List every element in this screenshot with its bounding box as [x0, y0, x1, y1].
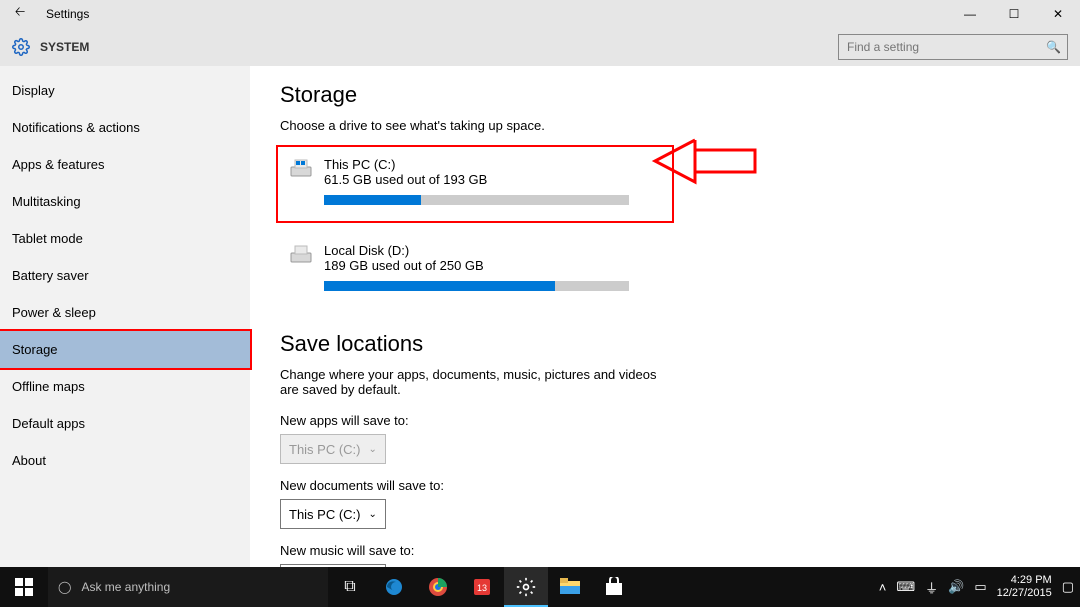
svg-text:13: 13 [477, 583, 487, 593]
main-content: Storage Choose a drive to see what's tak… [250, 66, 1080, 567]
tray-input-icon[interactable]: ⌨ [896, 579, 915, 595]
tray-battery-icon[interactable]: ▭ [974, 579, 986, 595]
taskbar-chrome[interactable] [416, 567, 460, 607]
cortana-icon: ◯ [58, 580, 71, 594]
sidebar: Display Notifications & actions Apps & fea… [0, 66, 250, 567]
drive-usage: 189 GB used out of 250 GB [324, 258, 660, 273]
sidebar-item-label: About [12, 453, 46, 468]
sidebar-item-label: Offline maps [12, 379, 85, 394]
chevron-down-icon: ⌄ [369, 444, 377, 455]
settings-window: 🡠 Settings — ☐ ✕ SYSTEM 🔍 Display Notific… [0, 0, 1080, 567]
sidebar-item-tablet-mode[interactable]: Tablet mode [0, 220, 250, 257]
save-location-dropdown: This PC (C:) ⌄ [280, 434, 386, 464]
save-locations-sub: Change where your apps, documents, music… [280, 367, 660, 397]
sidebar-item-storage[interactable]: Storage [0, 331, 250, 368]
drive-list: This PC (C:)61.5 GB used out of 193 GB Lo… [280, 149, 1050, 305]
save-row-label: New documents will save to: [280, 478, 1050, 493]
search-input[interactable] [845, 39, 1046, 55]
settings-body: Display Notifications & actions Apps & fea… [0, 66, 1080, 567]
chrome-icon [428, 577, 448, 597]
taskbar-app-red[interactable]: 13 [460, 567, 504, 607]
sidebar-item-label: Storage [12, 342, 58, 357]
task-view-icon: ⧉ [344, 578, 355, 596]
drive-progress-fill [324, 281, 555, 291]
task-view-button[interactable]: ⧉ [328, 567, 372, 607]
sidebar-item-label: Default apps [12, 416, 85, 431]
drive-usage: 61.5 GB used out of 193 GB [324, 172, 660, 187]
back-button[interactable]: 🡠 [0, 3, 40, 25]
drive-name: This PC (C:) [324, 157, 660, 172]
save-location-dropdown[interactable]: This PC (C:) ⌄ [280, 499, 386, 529]
window-title: Settings [46, 7, 89, 21]
save-locations-title: Save locations [280, 331, 1050, 357]
settings-icon [516, 577, 536, 597]
sidebar-item-label: Battery saver [12, 268, 89, 283]
tray-chevron-up-icon[interactable]: ˄ [879, 580, 887, 595]
drive-card[interactable]: Local Disk (D:)189 GB used out of 250 GB [280, 235, 670, 305]
drive-icon [290, 157, 312, 182]
tray-notifications-icon[interactable]: ▢ [1062, 579, 1074, 595]
storage-subtext: Choose a drive to see what's taking up s… [280, 118, 1050, 133]
dropdown-value: This PC (C:) [289, 507, 361, 522]
maximize-button[interactable]: ☐ [992, 0, 1036, 28]
tray-volume-icon[interactable]: 🔊 [948, 579, 964, 595]
sidebar-item-label: Display [12, 83, 55, 98]
system-tray: ˄ ⌨ ⏚ 🔊 ▭ 4:29 PM 12/27/2015 ▢ [879, 567, 1074, 607]
section-title: SYSTEM [40, 40, 89, 54]
sidebar-item-label: Tablet mode [12, 231, 83, 246]
settings-search[interactable]: 🔍 [838, 34, 1068, 60]
drive-icon [290, 243, 312, 268]
explorer-icon [560, 578, 580, 596]
sidebar-item-default-apps[interactable]: Default apps [0, 405, 250, 442]
sidebar-item-label: Notifications & actions [12, 120, 140, 135]
sidebar-item-battery-saver[interactable]: Battery saver [0, 257, 250, 294]
dropdown-value: This PC (C:) [289, 442, 361, 457]
sidebar-item-multitasking[interactable]: Multitasking [0, 183, 250, 220]
windows-logo-icon [15, 578, 33, 596]
tray-time: 4:29 PM [997, 574, 1052, 587]
store-icon [604, 577, 624, 597]
sidebar-item-label: Apps & features [12, 157, 105, 172]
tray-network-icon[interactable]: ⏚ [925, 578, 938, 597]
sidebar-item-about[interactable]: About [0, 442, 250, 479]
taskbar: ◯ Ask me anything ⧉ 13 ˄ ⌨ ⏚ 🔊 ▭ 4:29 PM… [0, 567, 1080, 607]
sidebar-item-power-sleep[interactable]: Power & sleep [0, 294, 250, 331]
drive-name: Local Disk (D:) [324, 243, 660, 258]
cortana-search[interactable]: ◯ Ask me anything [48, 567, 328, 607]
sidebar-item-display[interactable]: Display [0, 72, 250, 109]
sidebar-item-label: Power & sleep [12, 305, 96, 320]
start-button[interactable] [0, 567, 48, 607]
taskbar-store[interactable] [592, 567, 636, 607]
save-row-label: New apps will save to: [280, 413, 1050, 428]
settings-header: SYSTEM 🔍 [0, 28, 1080, 66]
drive-card[interactable]: This PC (C:)61.5 GB used out of 193 GB [280, 149, 670, 219]
minimize-button[interactable]: — [948, 0, 992, 28]
close-button[interactable]: ✕ [1036, 0, 1080, 28]
sidebar-item-offline-maps[interactable]: Offline maps [0, 368, 250, 405]
save-row-label: New music will save to: [280, 543, 1050, 558]
gear-icon [12, 38, 30, 56]
tray-clock[interactable]: 4:29 PM 12/27/2015 [997, 574, 1052, 600]
search-icon: 🔍 [1046, 40, 1061, 54]
page-title: Storage [280, 82, 1050, 108]
taskbar-edge[interactable] [372, 567, 416, 607]
edge-icon [384, 577, 404, 597]
drive-progress-bar [324, 195, 629, 205]
chevron-down-icon: ⌄ [369, 509, 377, 520]
cortana-placeholder: Ask me anything [81, 580, 170, 594]
tray-date: 12/27/2015 [997, 587, 1052, 600]
sidebar-item-label: Multitasking [12, 194, 81, 209]
window-controls: — ☐ ✕ [948, 0, 1080, 28]
save-rows: New apps will save to: This PC (C:) ⌄ New d… [280, 413, 1050, 567]
titlebar: 🡠 Settings — ☐ ✕ [0, 0, 1080, 28]
sidebar-item-notifications-actions[interactable]: Notifications & actions [0, 109, 250, 146]
drive-progress-fill [324, 195, 421, 205]
drive-progress-bar [324, 281, 629, 291]
taskbar-settings[interactable] [504, 567, 548, 607]
sidebar-item-apps-features[interactable]: Apps & features [0, 146, 250, 183]
calendar-icon: 13 [472, 577, 492, 597]
taskbar-explorer[interactable] [548, 567, 592, 607]
